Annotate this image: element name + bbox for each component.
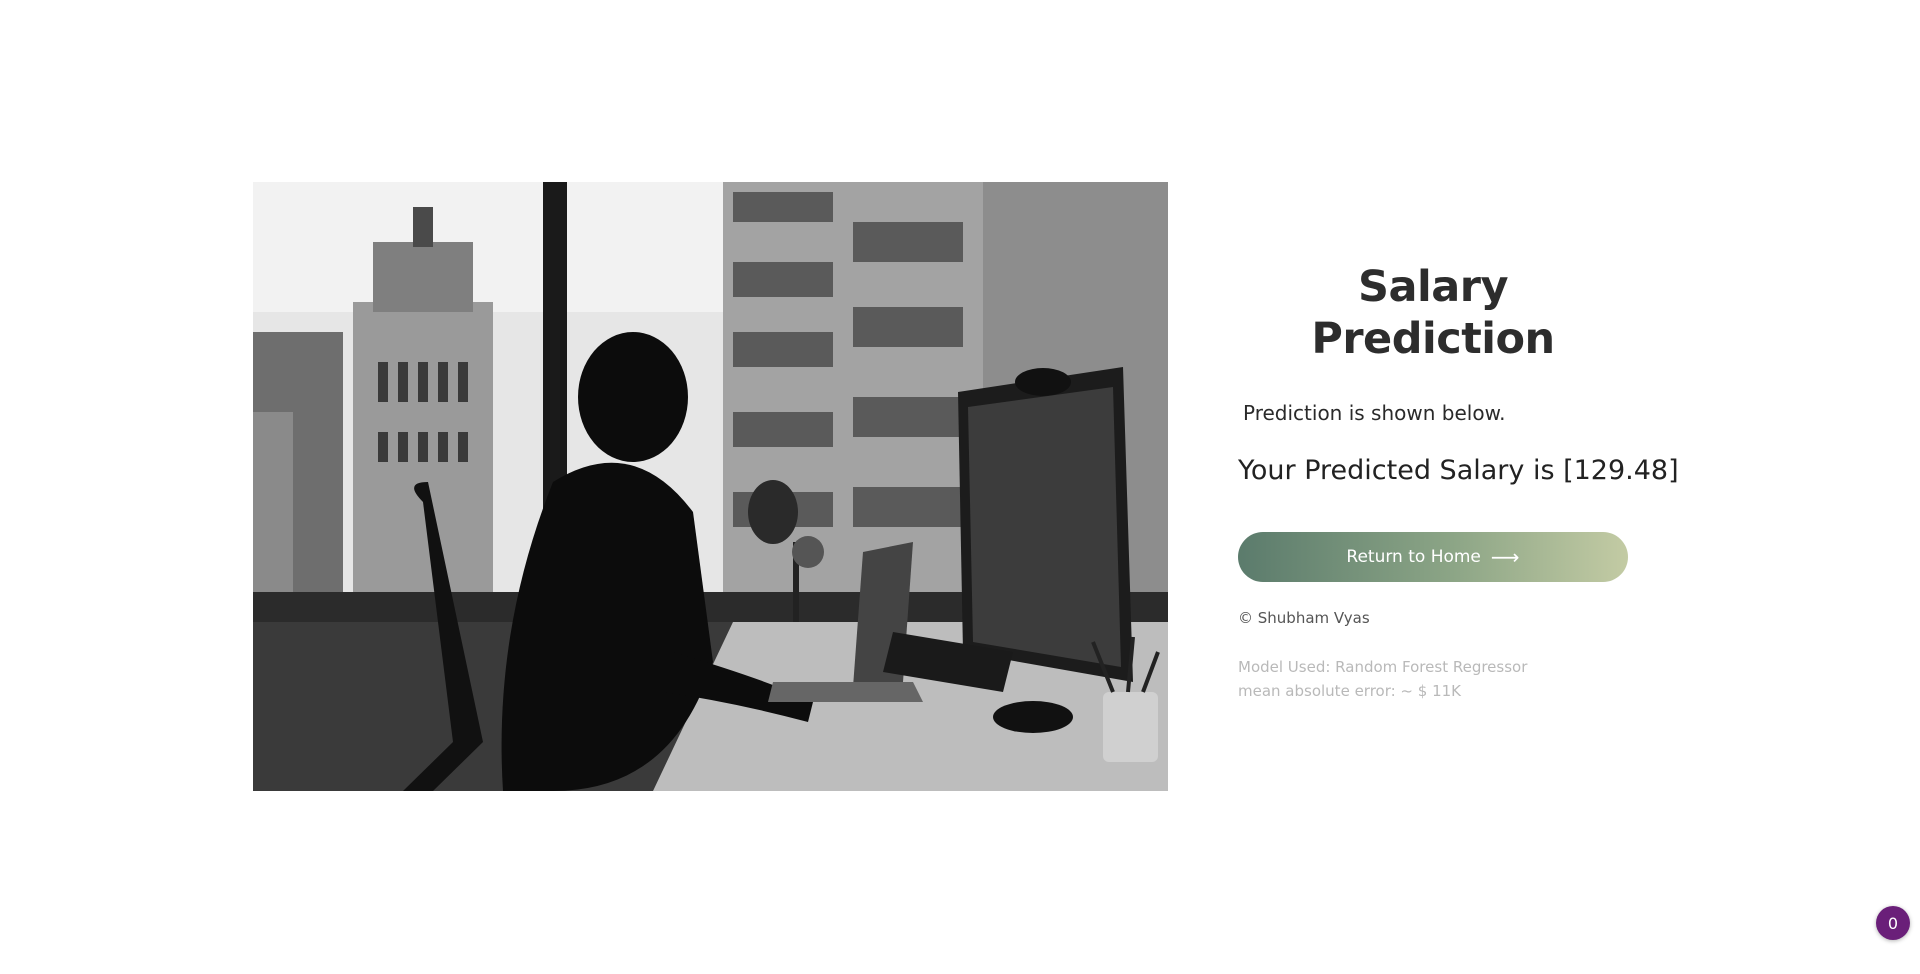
page-title: Salary Prediction (1311, 262, 1555, 364)
mean-error-text: mean absolute error: ~ $ 11K (1238, 681, 1462, 700)
prediction-subtitle: Prediction is shown below. (1243, 401, 1506, 426)
page: Salary Prediction Prediction is shown be… (0, 0, 1920, 974)
office-worker-photo-icon (253, 182, 1168, 791)
prediction-panel: Salary Prediction Prediction is shown be… (1238, 262, 1679, 703)
arrow-right-icon: ⟶ (1490, 544, 1520, 569)
notification-badge[interactable]: 0 (1876, 906, 1910, 940)
model-used-text: Model Used: Random Forest Regressor (1238, 657, 1528, 676)
return-home-button[interactable]: Return to Home ⟶ (1238, 531, 1628, 582)
hero-image (253, 182, 1168, 791)
model-info: Model Used: Random Forest Regressor mean… (1238, 655, 1628, 703)
predicted-salary-text: Your Predicted Salary is [129.48] (1238, 455, 1679, 487)
copyright-text: © Shubham Vyas (1238, 608, 1370, 627)
return-home-label: Return to Home (1346, 546, 1481, 567)
